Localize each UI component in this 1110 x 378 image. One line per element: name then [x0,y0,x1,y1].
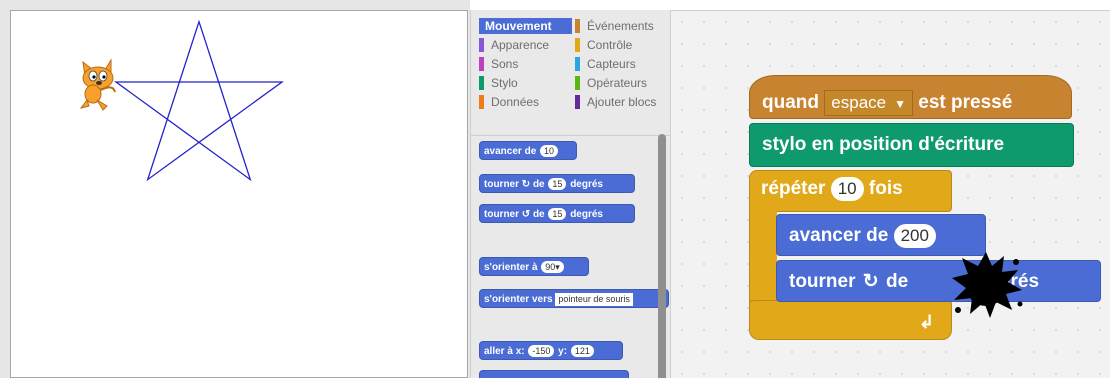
category-label: Sons [491,57,519,71]
category-motion[interactable]: Mouvement [479,18,572,34]
category-events[interactable]: Événements [575,18,667,34]
palette-divider [471,135,671,136]
category-pen[interactable]: Stylo [479,75,572,91]
category-control[interactable]: Contrôle [575,37,667,53]
stage-panel: v451 [0,0,470,378]
ink-blot [952,252,1023,318]
sprite-cat[interactable] [79,58,116,111]
block-move[interactable]: avancer de 10 [479,141,577,160]
category-label: Événements [587,19,654,33]
palette-scrollbar[interactable] [658,134,666,378]
turn-right-icon: ↻ [521,179,531,190]
block-palette: Mouvement Événements Apparence Contrôle … [470,10,671,378]
category-label: Capteurs [587,57,636,71]
block-glide[interactable] [479,370,629,378]
block-turn-right-script[interactable]: tourner ↻ de degrés [776,260,1101,302]
repeat-label: répéter 10 fois [761,177,903,201]
repeat-count-input[interactable]: 10 [830,177,864,201]
category-data[interactable]: Données [479,94,572,110]
turn-right-icon: ↻ [862,271,879,292]
block-pen-down[interactable]: stylo en position d'écriture [749,123,1074,167]
block-turn-left[interactable]: tourner ↺ de 15 degrés [479,204,635,223]
loop-arrow-icon: ↲ [919,312,935,332]
dropdown-arrow-icon: ▼ [894,97,906,111]
category-label: Stylo [491,76,518,90]
hat-block-key-pressed[interactable]: quand espace ▼ est pressé [749,75,1072,119]
category-sound[interactable]: Sons [479,56,572,72]
category-looks[interactable]: Apparence [479,37,572,53]
star-drawing [113,19,285,182]
turn-left-icon: ↺ [521,209,531,220]
category-more-blocks[interactable]: Ajouter blocs [575,94,667,110]
block-point-direction[interactable]: s'orienter à 90▾ [479,257,589,276]
category-label: Opérateurs [587,76,648,90]
category-operators[interactable]: Opérateurs [575,75,667,91]
category-sensing[interactable]: Capteurs [575,56,667,72]
scripts-area[interactable]: quand espace ▼ est pressé stylo en positi… [670,10,1110,378]
stage[interactable] [10,10,468,378]
block-goto-xy[interactable]: aller à x: -150 y: 121 [479,341,623,360]
move-steps-input[interactable]: 200 [893,224,936,248]
pen-drawing [79,19,285,182]
category-label: Ajouter blocs [587,95,657,109]
category-label: Apparence [491,38,550,52]
key-dropdown[interactable]: espace ▼ [824,90,913,116]
category-label: Contrôle [587,38,633,52]
category-label: Données [491,95,540,109]
block-point-towards[interactable]: s'orienter vers pointeur de souris [479,289,669,308]
block-turn-right[interactable]: tourner ↻ de 15 degrés [479,174,635,193]
category-label: Mouvement [485,19,552,33]
